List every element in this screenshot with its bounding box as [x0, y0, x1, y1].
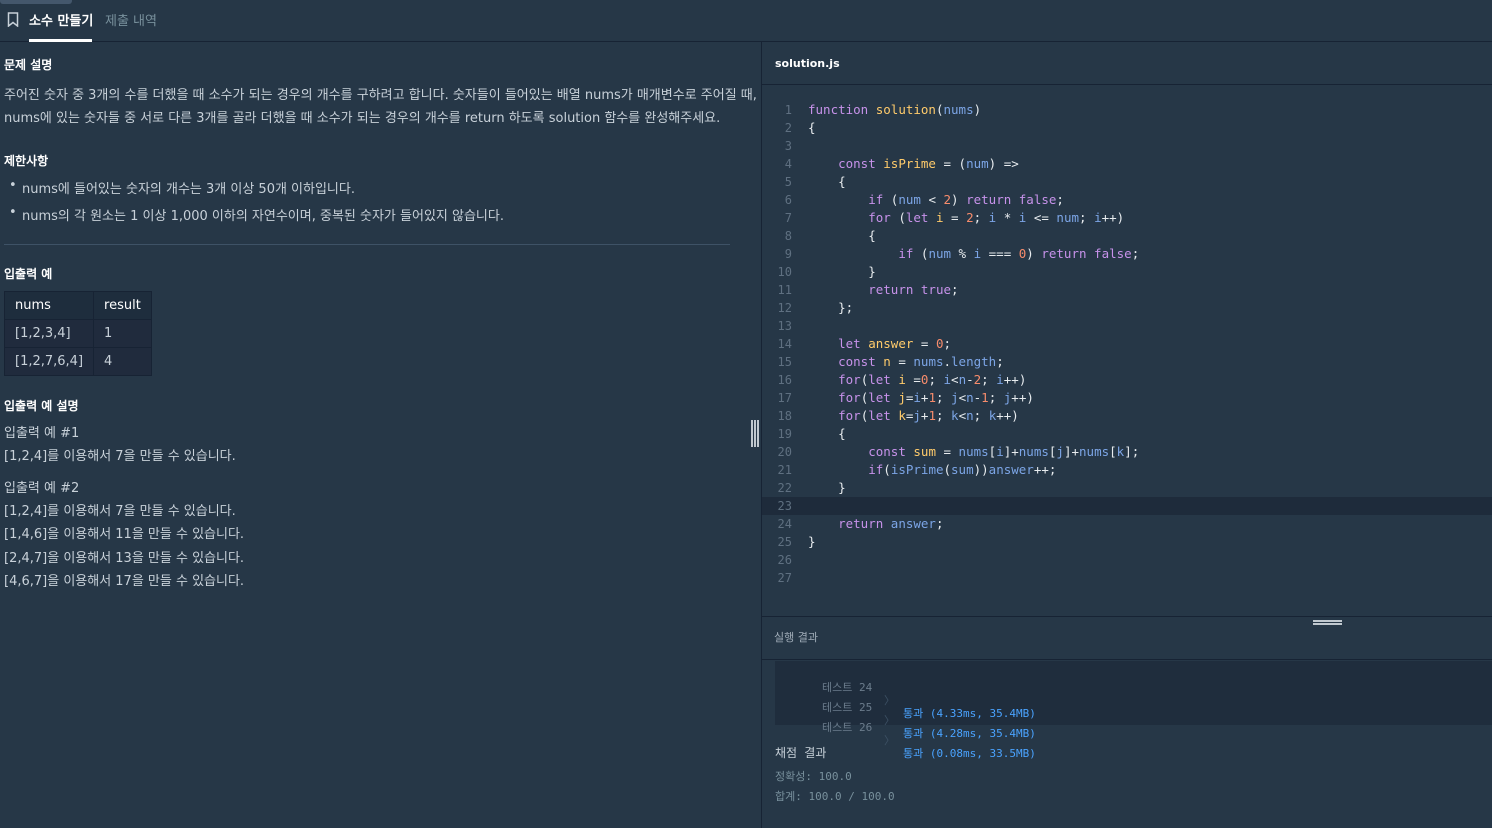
table-header-result: result: [93, 291, 152, 320]
example-2-title: 입출력 예 #2: [4, 481, 80, 496]
grade-accuracy: 정확성: 100.0: [775, 770, 852, 783]
chevron-right-icon: 〉: [884, 714, 895, 727]
code-line[interactable]: 14 let answer = 0;: [762, 335, 1492, 353]
table-header-row: nums result: [3, 291, 152, 320]
table-row: [1,2,7,6,4] 4: [3, 347, 152, 376]
example-2-line-1: [1,2,4]를 이용해서 7을 만들 수 있습니다.: [4, 504, 236, 519]
io-example-heading: 입출력 예: [4, 267, 53, 281]
description-line-2: nums에 있는 숫자들 중 서로 다른 3개를 골라 더했을 때 소수가 되는…: [4, 111, 721, 126]
code-line[interactable]: 21 if(isPrime(sum))answer++;: [762, 461, 1492, 479]
code-line[interactable]: 27: [762, 569, 1492, 587]
example-2-line-2: [1,4,6]을 이용해서 11을 만들 수 있습니다.: [4, 527, 245, 542]
table-cell: 4: [93, 347, 152, 376]
code-line[interactable]: 18 for(let k=j+1; k<n; k++): [762, 407, 1492, 425]
tab-problem[interactable]: 소수 만들기: [29, 10, 93, 29]
tooltip-stub: [0, 0, 72, 4]
chevron-right-icon: 〉: [884, 734, 895, 747]
test-results-list[interactable]: 테스트 24 〉 통과 (4.33ms, 35.4MB) 테스트 25 〉 통과…: [775, 661, 1492, 760]
code-editor[interactable]: 1 function solution(nums) 2{ 3 4 const is…: [762, 86, 1492, 616]
code-line[interactable]: 22 }: [762, 479, 1492, 497]
limit-item-1: nums에 들어있는 숫자의 개수는 3개 이상 50개 이하입니다.: [9, 178, 355, 197]
example-1-title: 입출력 예 #1: [4, 426, 80, 441]
results-header: 실행 결과: [762, 616, 1492, 660]
code-line[interactable]: 17 for(let j=i+1; j<n-1; j++): [762, 389, 1492, 407]
code-line[interactable]: 8 {: [762, 227, 1492, 245]
list-item: 테스트 25 〉 통과 (4.28ms, 35.4MB): [775, 686, 1036, 740]
code-line[interactable]: 10 }: [762, 263, 1492, 281]
section-divider: [4, 244, 730, 245]
code-line[interactable]: 16 for(let i =0; i<n-2; i++): [762, 371, 1492, 389]
file-name: solution.js: [775, 57, 840, 70]
table-header-nums: nums: [3, 291, 95, 320]
grade-total: 합계: 100.0 / 100.0: [775, 790, 895, 803]
table-cell: [1,2,3,4]: [3, 319, 95, 348]
grade-title: 채점 결과: [775, 746, 827, 760]
tab-submissions[interactable]: 제출 내역: [105, 10, 157, 29]
code-line[interactable]: 25}: [762, 533, 1492, 551]
code-line[interactable]: 19 {: [762, 425, 1492, 443]
test-name: 테스트 25: [822, 701, 873, 714]
code-line[interactable]: 1 function solution(nums): [762, 101, 1492, 119]
example-2-line-4: [4,6,7]을 이용해서 17을 만들 수 있습니다.: [4, 574, 245, 589]
test-name: 테스트 24: [822, 681, 873, 694]
description-line-1: 주어진 숫자 중 3개의 수를 더했을 때 소수가 되는 경우의 개수를 구하려…: [4, 88, 757, 103]
results-title: 실행 결과: [774, 631, 818, 644]
test-result: 통과 (0.08ms, 33.5MB): [903, 747, 1036, 760]
list-item: 테스트 26 〉 통과 (0.08ms, 33.5MB): [775, 706, 1036, 760]
code-line[interactable]: 26: [762, 551, 1492, 569]
code-line[interactable]: 11 return true;: [762, 281, 1492, 299]
results-panel: 테스트 24 〉 통과 (4.33ms, 35.4MB) 테스트 25 〉 통과…: [762, 660, 1492, 828]
code-line[interactable]: 2{: [762, 119, 1492, 137]
code-line[interactable]: 7 for (let i = 2; i * i <= num; i++): [762, 209, 1492, 227]
code-line[interactable]: 3: [762, 137, 1492, 155]
top-tab-bar: 소수 만들기 제출 내역: [0, 0, 1492, 42]
io-example-table: nums result [1,2,3,4] 1 [1,2,7,6,4] 4: [3, 291, 152, 376]
code-line-current[interactable]: 23: [762, 497, 1492, 515]
code-line[interactable]: 20 const sum = nums[i]+nums[j]+nums[k];: [762, 443, 1492, 461]
test-name: 테스트 26: [822, 721, 873, 734]
description-heading: 문제 설명: [4, 58, 53, 72]
example-2-line-3: [2,4,7]을 이용해서 13을 만들 수 있습니다.: [4, 551, 245, 566]
vertical-resize-handle[interactable]: [751, 420, 759, 447]
code-line[interactable]: 9 if (num % i === 0) return false;: [762, 245, 1492, 263]
limits-heading: 제한사항: [4, 154, 49, 168]
limit-item-2: nums의 각 원소는 1 이상 1,000 이하의 자연수이며, 중복된 숫자…: [9, 205, 504, 224]
test-result: 통과 (4.28ms, 35.4MB): [903, 727, 1036, 740]
horizontal-resize-handle[interactable]: [1313, 620, 1342, 627]
example-1-line: [1,2,4]를 이용해서 7을 만들 수 있습니다.: [4, 449, 236, 464]
test-result: 통과 (4.33ms, 35.4MB): [903, 707, 1036, 720]
io-explanation-heading: 입출력 예 설명: [4, 399, 79, 413]
code-line[interactable]: 24 return answer;: [762, 515, 1492, 533]
table-cell: 1: [93, 319, 152, 348]
code-line[interactable]: 5 {: [762, 173, 1492, 191]
bookmark-icon[interactable]: [7, 12, 19, 27]
editor-file-bar: solution.js: [762, 42, 1492, 85]
code-line[interactable]: 13: [762, 317, 1492, 335]
problem-panel: 문제 설명 주어진 숫자 중 3개의 수를 더했을 때 소수가 되는 경우의 개…: [0, 42, 761, 828]
table-cell: [1,2,7,6,4]: [3, 347, 95, 376]
code-line[interactable]: 4 const isPrime = (num) =>: [762, 155, 1492, 173]
list-item: 테스트 24 〉 통과 (4.33ms, 35.4MB): [775, 666, 1036, 720]
table-row: [1,2,3,4] 1: [3, 319, 152, 348]
code-line[interactable]: 15 const n = nums.length;: [762, 353, 1492, 371]
code-line[interactable]: 6 if (num < 2) return false;: [762, 191, 1492, 209]
chevron-right-icon: 〉: [884, 694, 895, 707]
code-line[interactable]: 12 };: [762, 299, 1492, 317]
